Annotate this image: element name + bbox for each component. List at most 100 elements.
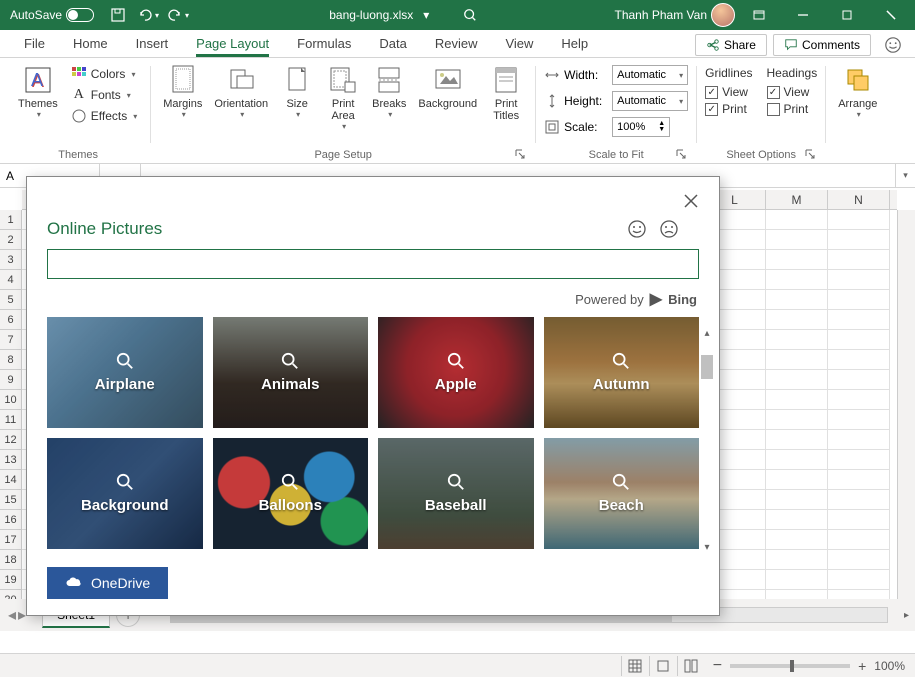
category-tile-background[interactable]: Background xyxy=(47,438,203,549)
cell[interactable] xyxy=(766,510,828,530)
cell[interactable] xyxy=(766,370,828,390)
cell[interactable] xyxy=(766,450,828,470)
print-area-button[interactable]: Print Area▾ xyxy=(322,62,364,133)
close-button[interactable] xyxy=(871,0,911,30)
share-button[interactable]: Share xyxy=(695,34,767,56)
cell[interactable] xyxy=(828,510,890,530)
gridlines-print-checkbox[interactable]: ✓Print xyxy=(705,102,752,116)
feedback-sad-icon[interactable] xyxy=(659,219,679,239)
zoom-slider[interactable] xyxy=(730,664,850,668)
height-select[interactable]: Automatic▾ xyxy=(612,91,688,111)
tab-insert[interactable]: Insert xyxy=(122,32,183,57)
category-tile-beach[interactable]: Beach xyxy=(544,438,700,549)
tab-view[interactable]: View xyxy=(491,32,547,57)
cell[interactable] xyxy=(828,430,890,450)
category-tile-airplane[interactable]: Airplane xyxy=(47,317,203,428)
cell[interactable] xyxy=(828,390,890,410)
search-icon[interactable] xyxy=(463,8,477,22)
cell[interactable] xyxy=(828,310,890,330)
size-button[interactable]: Size▾ xyxy=(276,62,318,121)
cell[interactable] xyxy=(766,330,828,350)
category-tile-baseball[interactable]: Baseball xyxy=(378,438,534,549)
scroll-up-icon[interactable]: ▴ xyxy=(699,325,715,341)
zoom-level[interactable]: 100% xyxy=(874,659,905,673)
cell[interactable] xyxy=(766,550,828,570)
page-setup-dialog-launcher[interactable] xyxy=(515,149,527,161)
tab-formulas[interactable]: Formulas xyxy=(283,32,365,57)
redo-button[interactable]: ▾ xyxy=(164,3,192,27)
tab-home[interactable]: Home xyxy=(59,32,122,57)
comments-button[interactable]: Comments xyxy=(773,34,871,56)
feedback-icon[interactable] xyxy=(881,33,905,57)
orientation-button[interactable]: Orientation▾ xyxy=(210,62,272,121)
search-box[interactable] xyxy=(47,249,699,279)
cell[interactable] xyxy=(766,250,828,270)
cell[interactable] xyxy=(828,470,890,490)
dialog-scrollbar[interactable]: ▴ ▾ xyxy=(699,325,715,555)
row-header[interactable]: 8 xyxy=(0,350,21,370)
gridlines-view-checkbox[interactable]: ✓View xyxy=(705,85,752,99)
cell[interactable] xyxy=(828,350,890,370)
row-header[interactable]: 7 xyxy=(0,330,21,350)
colors-button[interactable]: Colors▾ xyxy=(66,64,142,84)
sheet-options-dialog-launcher[interactable] xyxy=(805,149,817,161)
cell[interactable] xyxy=(766,570,828,590)
margins-button[interactable]: Margins▾ xyxy=(159,62,206,121)
themes-button[interactable]: AA Themes▾ xyxy=(14,62,62,121)
maximize-button[interactable] xyxy=(827,0,867,30)
cell[interactable] xyxy=(828,550,890,570)
column-header[interactable]: N xyxy=(828,190,890,209)
effects-button[interactable]: Effects▾ xyxy=(66,106,142,126)
formula-expand-icon[interactable]: ▾ xyxy=(895,164,915,187)
row-header[interactable]: 11 xyxy=(0,410,21,430)
tab-file[interactable]: File xyxy=(10,32,59,57)
breaks-button[interactable]: Breaks▾ xyxy=(368,62,410,121)
page-break-view-button[interactable] xyxy=(677,656,705,676)
category-tile-balloons[interactable]: Balloons xyxy=(213,438,369,549)
cell[interactable] xyxy=(828,210,890,230)
category-tile-apple[interactable]: Apple xyxy=(378,317,534,428)
normal-view-button[interactable] xyxy=(621,656,649,676)
zoom-in-button[interactable]: + xyxy=(858,658,866,674)
cell[interactable] xyxy=(828,250,890,270)
cell[interactable] xyxy=(828,530,890,550)
row-header[interactable]: 19 xyxy=(0,570,21,590)
zoom-out-button[interactable]: − xyxy=(713,657,722,675)
row-header[interactable]: 16 xyxy=(0,510,21,530)
scale-dialog-launcher[interactable] xyxy=(676,149,688,161)
cell[interactable] xyxy=(766,290,828,310)
width-select[interactable]: Automatic▾ xyxy=(612,65,688,85)
scale-input[interactable]: 100%▲▼ xyxy=(612,117,670,137)
scroll-down-icon[interactable]: ▾ xyxy=(699,539,715,555)
print-titles-button[interactable]: Print Titles xyxy=(485,62,527,124)
vertical-scrollbar[interactable] xyxy=(897,210,915,611)
cell[interactable] xyxy=(828,570,890,590)
tab-help[interactable]: Help xyxy=(547,32,602,57)
row-header[interactable]: 13 xyxy=(0,450,21,470)
undo-button[interactable]: ▾ xyxy=(134,3,162,27)
cell[interactable] xyxy=(828,410,890,430)
tab-review[interactable]: Review xyxy=(421,32,492,57)
cell[interactable] xyxy=(766,410,828,430)
cell[interactable] xyxy=(766,230,828,250)
category-tile-autumn[interactable]: Autumn xyxy=(544,317,700,428)
cell[interactable] xyxy=(828,370,890,390)
row-header[interactable]: 17 xyxy=(0,530,21,550)
row-header[interactable]: 15 xyxy=(0,490,21,510)
search-input[interactable] xyxy=(56,254,690,274)
row-header[interactable]: 12 xyxy=(0,430,21,450)
row-header[interactable]: 18 xyxy=(0,550,21,570)
column-header[interactable]: M xyxy=(766,190,828,209)
row-header[interactable]: 14 xyxy=(0,470,21,490)
row-header[interactable]: 9 xyxy=(0,370,21,390)
tab-data[interactable]: Data xyxy=(365,32,420,57)
tab-page-layout[interactable]: Page Layout xyxy=(182,32,283,57)
background-button[interactable]: Background xyxy=(414,62,481,112)
cell[interactable] xyxy=(828,290,890,310)
category-tile-animals[interactable]: Animals xyxy=(213,317,369,428)
cell[interactable] xyxy=(766,530,828,550)
autosave-toggle[interactable]: AutoSave xyxy=(10,8,94,22)
cell[interactable] xyxy=(828,270,890,290)
row-header[interactable]: 4 xyxy=(0,270,21,290)
ribbon-display-button[interactable] xyxy=(739,0,779,30)
